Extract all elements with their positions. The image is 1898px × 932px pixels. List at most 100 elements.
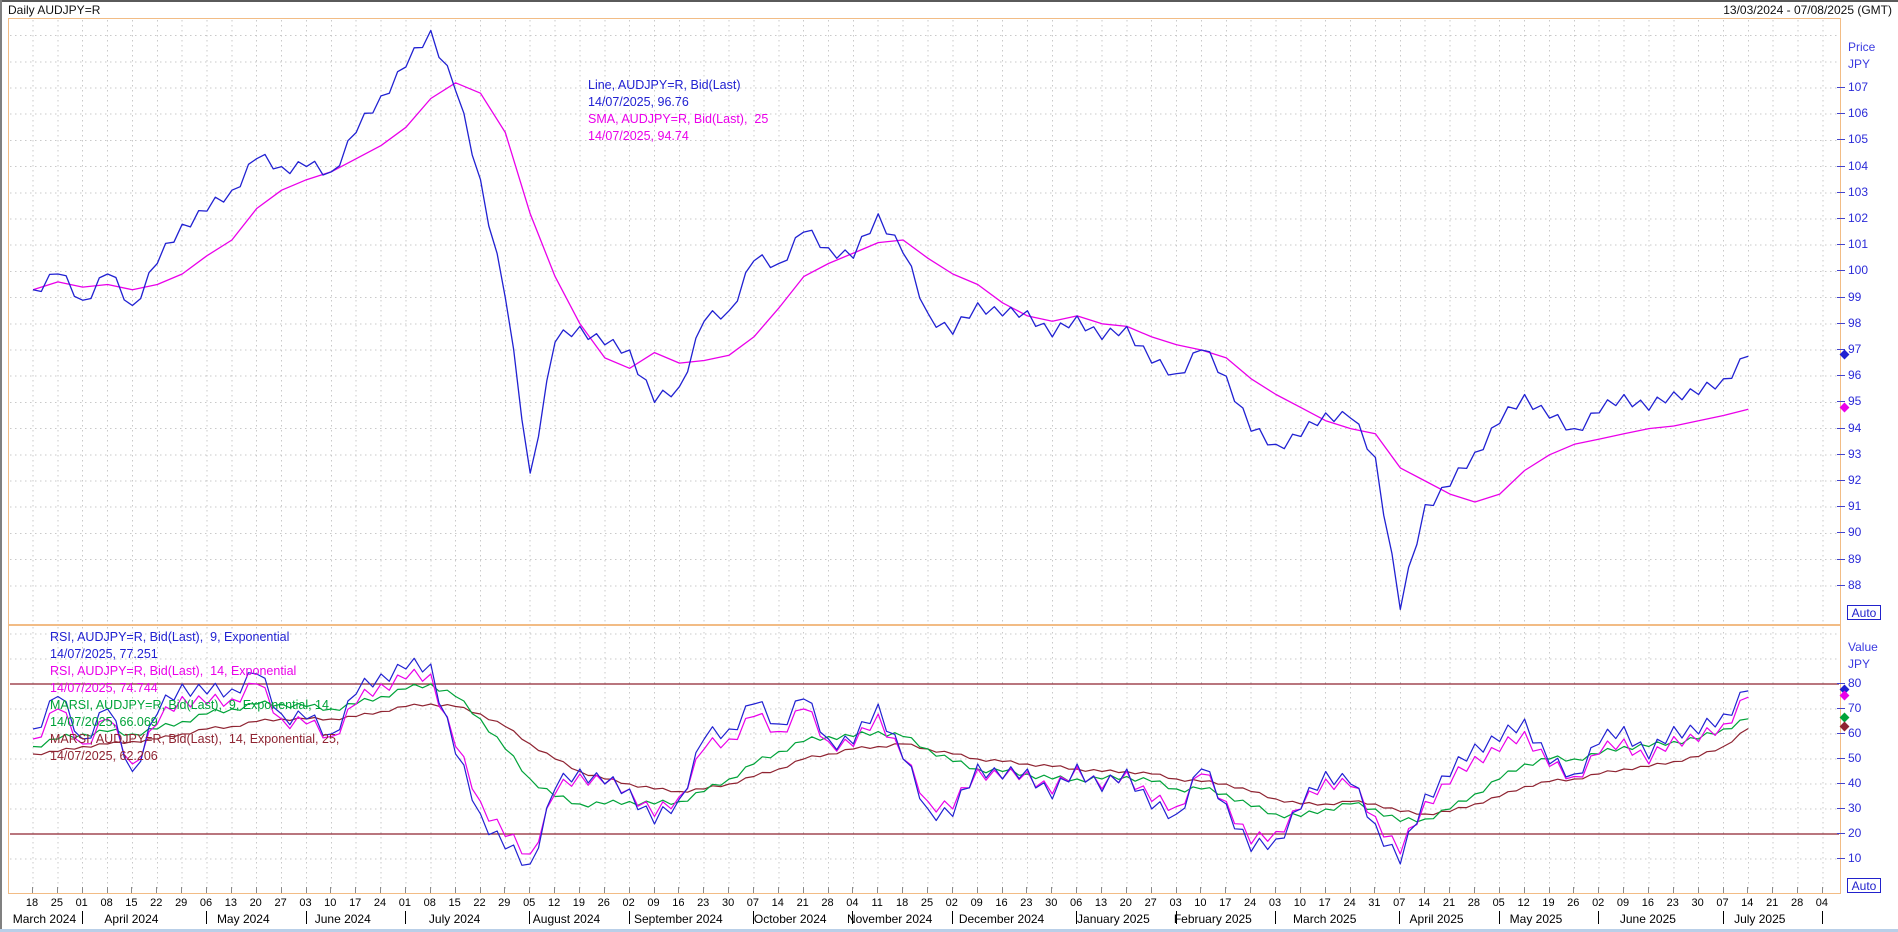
value-axis-auto-button[interactable]: Auto	[1847, 878, 1881, 893]
x-date-label: 03	[294, 897, 318, 909]
x-date-label: 25	[915, 897, 939, 909]
x-tick-mark	[1275, 887, 1276, 893]
x-date-label: 21	[1760, 897, 1784, 909]
value-tick-mark	[1837, 808, 1845, 809]
x-tick-mark	[231, 887, 232, 893]
value-tick-label: 40	[1848, 776, 1888, 790]
x-date-label: 14	[1412, 897, 1436, 909]
price-tick-mark	[1837, 532, 1845, 533]
x-tick-mark	[629, 887, 630, 893]
x-date-label: 13	[219, 897, 243, 909]
price-tick-mark	[1837, 506, 1845, 507]
x-date-label: 23	[1661, 897, 1685, 909]
x-date-label: 22	[468, 897, 492, 909]
x-date-label: 01	[393, 897, 417, 909]
x-date-label: 07	[741, 897, 765, 909]
x-tick-mark	[504, 887, 505, 893]
x-tick-mark	[1101, 887, 1102, 893]
x-date-label: 05	[517, 897, 541, 909]
x-date-label: 01	[70, 897, 94, 909]
price-tick-mark	[1837, 113, 1845, 114]
x-date-label: 08	[95, 897, 119, 909]
x-tick-mark	[256, 887, 257, 893]
x-date-label: 17	[343, 897, 367, 909]
price-tick-label: 92	[1848, 473, 1888, 487]
x-tick-mark	[654, 887, 655, 893]
price-tick-label: 106	[1848, 106, 1888, 120]
x-tick-mark	[529, 887, 530, 893]
month-separator	[753, 911, 754, 924]
month-separator	[1723, 911, 1724, 924]
price-axis-auto-button[interactable]: Auto	[1847, 605, 1881, 620]
value-axis-unit: JPY	[1848, 657, 1870, 671]
x-tick-mark	[1325, 887, 1326, 893]
x-tick-mark	[1002, 887, 1003, 893]
month-separator	[1176, 911, 1177, 924]
x-date-label: 05	[1487, 897, 1511, 909]
x-tick-mark	[156, 887, 157, 893]
price-chart[interactable]	[9, 19, 1840, 624]
x-date-label: 30	[1686, 897, 1710, 909]
x-date-label: 03	[1164, 897, 1188, 909]
price-tick-mark	[1837, 218, 1845, 219]
x-tick-mark	[728, 887, 729, 893]
x-date-label: 18	[890, 897, 914, 909]
x-date-label: 07	[1387, 897, 1411, 909]
month-separator	[1598, 911, 1599, 924]
x-tick-mark	[1549, 887, 1550, 893]
x-date-label: 31	[1362, 897, 1386, 909]
price-tick-mark	[1837, 297, 1845, 298]
x-month-label: July 2025	[1690, 912, 1830, 926]
x-date-label: 09	[965, 897, 989, 909]
price-tick-label: 91	[1848, 499, 1888, 513]
price-axis-unit: JPY	[1848, 57, 1870, 71]
x-date-label: 16	[990, 897, 1014, 909]
price-tick-label: 104	[1848, 159, 1888, 173]
x-date-label: 18	[20, 897, 44, 909]
x-tick-mark	[1424, 887, 1425, 893]
x-tick-mark	[778, 887, 779, 893]
x-date-label: 02	[1586, 897, 1610, 909]
x-date-label: 07	[1711, 897, 1735, 909]
month-separator	[1499, 911, 1500, 924]
x-tick-mark	[927, 887, 928, 893]
x-date-label: 26	[592, 897, 616, 909]
x-tick-mark	[1474, 887, 1475, 893]
x-date-label: 27	[1139, 897, 1163, 909]
x-tick-mark	[1300, 887, 1301, 893]
price-tick-label: 93	[1848, 447, 1888, 461]
x-tick-mark	[902, 887, 903, 893]
x-date-label: 16	[1636, 897, 1660, 909]
x-tick-mark	[1151, 887, 1152, 893]
x-date-label: 23	[691, 897, 715, 909]
x-date-label: 03	[1263, 897, 1287, 909]
x-tick-mark	[1747, 887, 1748, 893]
x-tick-mark	[1225, 887, 1226, 893]
x-date-label: 28	[816, 897, 840, 909]
x-date-label: 21	[1437, 897, 1461, 909]
x-tick-mark	[355, 887, 356, 893]
price-tick-mark	[1837, 192, 1845, 193]
price-tick-mark	[1837, 270, 1845, 271]
price-tick-label: 95	[1848, 394, 1888, 408]
value-tick-label: 50	[1848, 751, 1888, 765]
value-tick-mark	[1837, 733, 1845, 734]
price-panel[interactable]	[8, 18, 1841, 625]
rsi-legend-value: 14/07/2025, 77.251	[50, 646, 158, 663]
chart-window: Daily AUDJPY=R 13/03/2024 - 07/08/2025 (…	[0, 0, 1898, 932]
value-tick-label: 20	[1848, 826, 1888, 840]
rsi-legend-label: RSI, AUDJPY=R, Bid(Last), 9, Exponential	[50, 629, 289, 646]
price-tick-mark	[1837, 139, 1845, 140]
x-date-label: 02	[617, 897, 641, 909]
x-tick-mark	[1673, 887, 1674, 893]
x-date-label: 06	[1064, 897, 1088, 909]
month-separator	[82, 911, 83, 924]
x-tick-mark	[1399, 887, 1400, 893]
x-tick-mark	[480, 887, 481, 893]
x-date-label: 20	[244, 897, 268, 909]
x-tick-mark	[206, 887, 207, 893]
x-tick-mark	[1598, 887, 1599, 893]
x-date-label: 02	[940, 897, 964, 909]
x-date-label: 24	[1238, 897, 1262, 909]
x-tick-mark	[430, 887, 431, 893]
